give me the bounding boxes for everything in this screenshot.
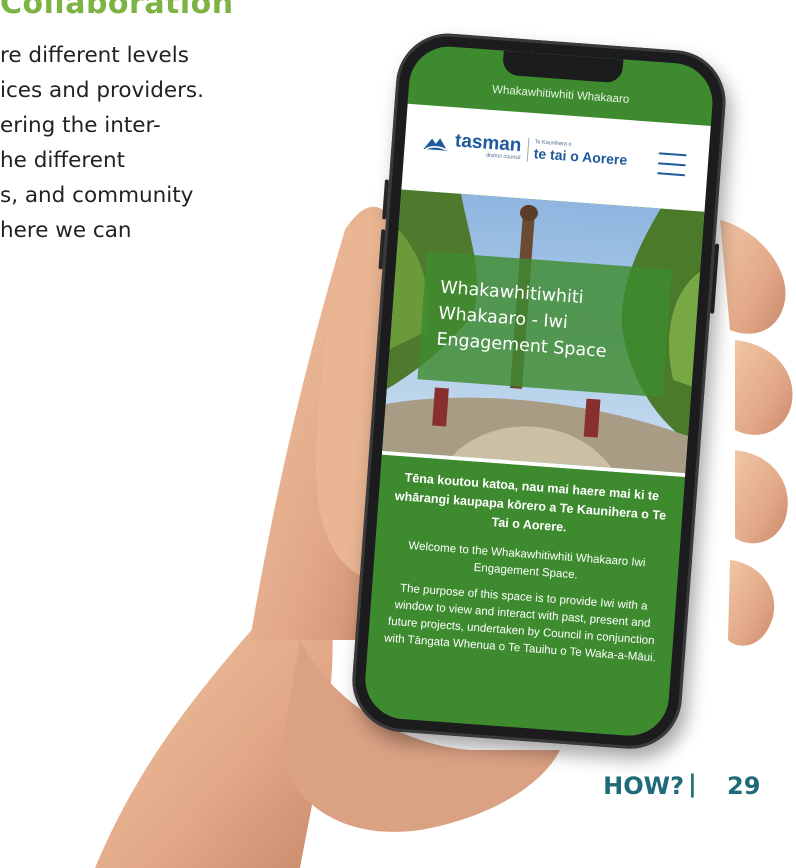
intro-content: Tēna koutou katoa, nau mai haere mai ki … [362,454,686,739]
purpose-text: The purpose of this space is to provide … [383,582,657,665]
hero-title-panel: Whakawhitiwhiti Whakaaro - Iwi Engagemen… [417,251,673,398]
logo-maori: Te Kaunihera o te tai o Aorere [533,139,628,168]
phone-screen: Whakawhitiwhiti Whakaaro tasman district… [362,43,716,739]
footer-separator: | [688,770,697,798]
logo-tasman: tasman district council [454,130,522,161]
page-number: 29 [727,772,761,800]
greeting-text: Tēna koutou katoa, nau mai haere mai ki … [394,470,667,535]
hero-banner: Whakawhitiwhiti Whakaaro - Iwi Engagemen… [382,189,705,474]
mountain-logo-icon [423,137,448,151]
smartphone-mockup: Whakawhitiwhiti Whakaaro tasman district… [348,30,730,753]
council-logo[interactable]: tasman district council Te Kaunihera o t… [422,129,628,169]
hamburger-icon[interactable] [657,152,687,177]
footer-section-label: HOW? [603,772,684,800]
logo-divider [526,137,530,162]
